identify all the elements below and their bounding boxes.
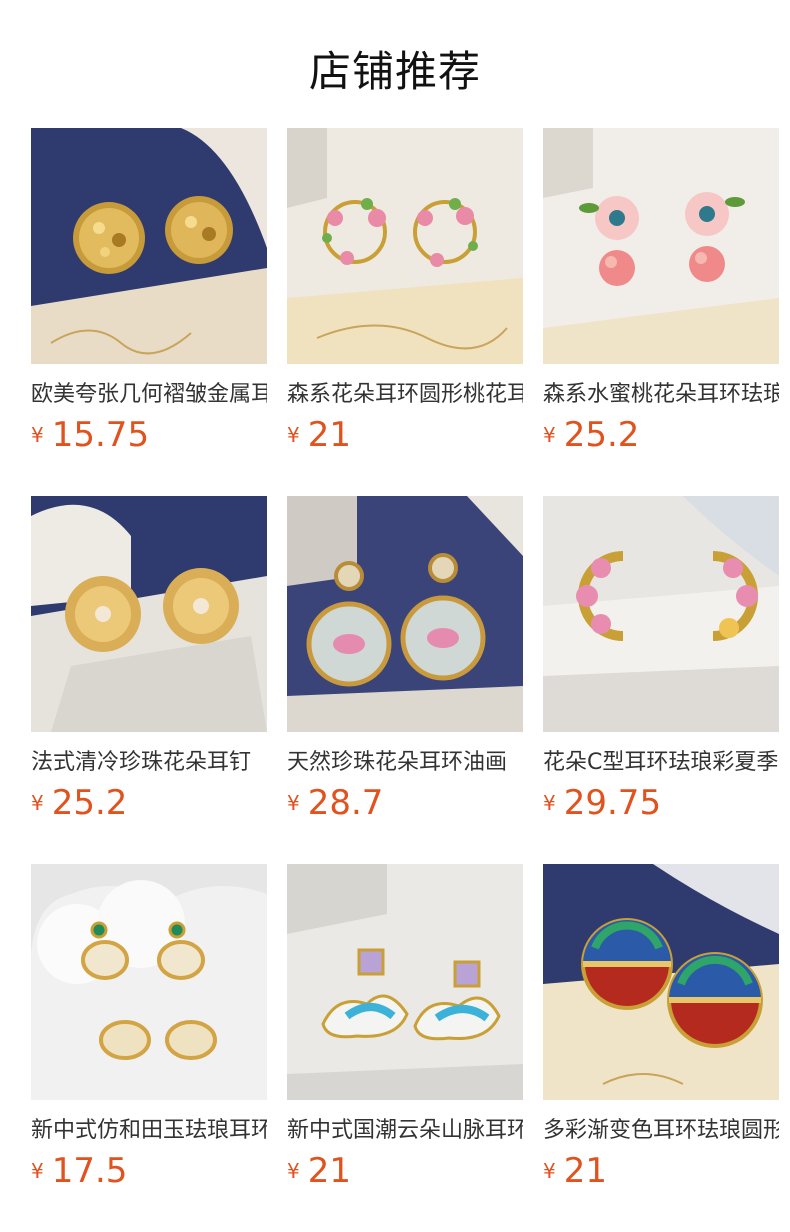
product-price: ¥25.2 [543, 415, 639, 459]
gradient-enamel-disc-earrings-image[interactable] [543, 864, 779, 1100]
product-card[interactable]: 新中式国潮云朵山脉耳环 ¥21 [287, 864, 523, 1232]
currency-symbol: ¥ [543, 1159, 556, 1183]
peach-flower-drop-earrings-image[interactable] [543, 128, 779, 364]
product-card[interactable]: 森系水蜜桃花朵耳环珐琅 ¥25.2 [543, 128, 779, 496]
price-amount: 21 [307, 1151, 351, 1191]
price-amount: 21 [307, 415, 351, 455]
product-name[interactable]: 多彩渐变色耳环珐琅圆形 [543, 1114, 779, 1148]
product-card[interactable]: 欧美夸张几何褶皱金属耳钉 ¥15.75 [31, 128, 267, 496]
product-name[interactable]: 森系水蜜桃花朵耳环珐琅 [543, 378, 779, 412]
price-amount: 25.2 [563, 415, 640, 455]
product-card[interactable]: 多彩渐变色耳环珐琅圆形 ¥21 [543, 864, 779, 1232]
price-amount: 29.75 [563, 783, 662, 823]
product-card[interactable]: 天然珍珠花朵耳环油画 ¥28.7 [287, 496, 523, 864]
product-name[interactable]: 花朵C型耳环珐琅彩夏季 [543, 746, 779, 780]
cloud-mountain-earrings-image[interactable] [287, 864, 523, 1100]
price-amount: 15.75 [51, 415, 150, 455]
product-price: ¥25.2 [31, 783, 127, 827]
price-amount: 25.2 [51, 783, 128, 823]
currency-symbol: ¥ [543, 791, 556, 815]
currency-symbol: ¥ [31, 791, 44, 815]
product-name[interactable]: 天然珍珠花朵耳环油画 [287, 746, 523, 780]
product-price: ¥21 [543, 1151, 607, 1195]
product-card[interactable]: 森系花朵耳环圆形桃花耳钉 ¥21 [287, 128, 523, 496]
price-amount: 17.5 [51, 1151, 128, 1191]
currency-symbol: ¥ [287, 1159, 300, 1183]
product-price: ¥28.7 [287, 783, 383, 827]
price-amount: 21 [563, 1151, 607, 1191]
product-name[interactable]: 欧美夸张几何褶皱金属耳钉 [31, 378, 267, 412]
lotus-disc-pearl-earrings-image[interactable] [287, 496, 523, 732]
product-card[interactable]: 花朵C型耳环珐琅彩夏季 ¥29.75 [543, 496, 779, 864]
product-price: ¥15.75 [31, 415, 149, 459]
currency-symbol: ¥ [31, 1159, 44, 1183]
product-name[interactable]: 新中式国潮云朵山脉耳环 [287, 1114, 523, 1148]
product-card[interactable]: 法式清冷珍珠花朵耳钉 ¥25.2 [31, 496, 267, 864]
currency-symbol: ¥ [31, 423, 44, 447]
gold-daisy-pearl-stud-image[interactable] [31, 496, 267, 732]
product-price: ¥21 [287, 1151, 351, 1195]
jade-oval-earrings-image[interactable] [31, 864, 267, 1100]
currency-symbol: ¥ [543, 423, 556, 447]
product-card[interactable]: 新中式仿和田玉珐琅耳环 ¥17.5 [31, 864, 267, 1232]
product-price: ¥21 [287, 415, 351, 459]
product-grid: 欧美夸张几何褶皱金属耳钉 ¥15.75 森系花朵耳环圆形桃花耳钉 ¥21 [31, 128, 779, 1232]
product-price: ¥17.5 [31, 1151, 127, 1195]
page-title: 店铺推荐 [308, 47, 481, 96]
currency-symbol: ¥ [287, 791, 300, 815]
product-price: ¥29.75 [543, 783, 661, 827]
gold-textured-stud-earrings-image[interactable] [31, 128, 267, 364]
currency-symbol: ¥ [287, 423, 300, 447]
product-name[interactable]: 法式清冷珍珠花朵耳钉 [31, 746, 267, 780]
flower-c-hoop-earrings-image[interactable] [543, 496, 779, 732]
product-name[interactable]: 森系花朵耳环圆形桃花耳钉 [287, 378, 523, 412]
product-name[interactable]: 新中式仿和田玉珐琅耳环 [31, 1114, 267, 1148]
flower-wreath-earrings-image[interactable] [287, 128, 523, 364]
price-amount: 28.7 [307, 783, 384, 823]
